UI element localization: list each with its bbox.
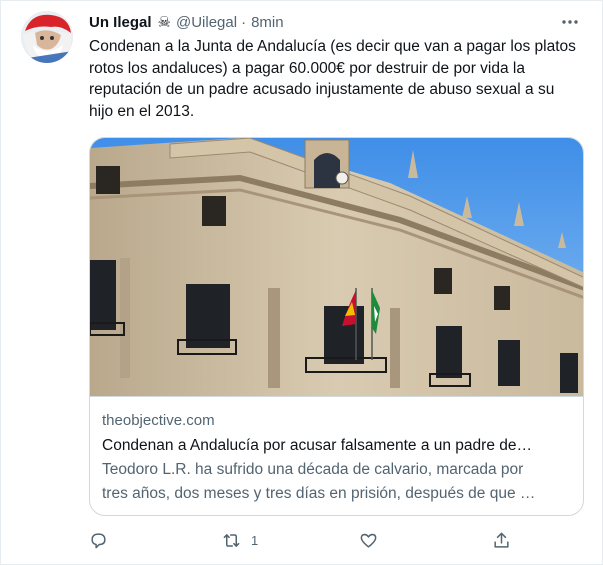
retweet-icon <box>222 531 241 550</box>
avatar[interactable] <box>21 11 73 63</box>
card-domain: theobjective.com <box>102 412 215 429</box>
link-card[interactable]: theobjective.com Condenan a Andalucía po… <box>89 137 584 516</box>
separator-dot: · <box>241 14 247 31</box>
user-handle[interactable]: @Uilegal <box>176 13 237 33</box>
avatar-image <box>21 11 73 63</box>
heart-icon <box>359 531 378 550</box>
share-icon <box>492 531 511 550</box>
card-title[interactable]: Condenan a Andalucía por acusar falsamen… <box>102 435 571 457</box>
tweet[interactable]: Un Ilegal ☠ @Uilegal · 8min Condenan a l… <box>0 0 603 565</box>
card-body: theobjective.com Condenan a Andalucía po… <box>90 396 583 515</box>
reply-button[interactable] <box>89 529 118 551</box>
retweet-button[interactable]: 1 <box>222 529 258 551</box>
skull-and-crossbones-icon: ☠ <box>157 14 171 31</box>
card-image <box>90 138 583 396</box>
timestamp[interactable]: 8min <box>251 13 284 33</box>
more-horizontal-icon[interactable] <box>558 12 582 32</box>
display-name[interactable]: Un Ilegal <box>89 13 152 33</box>
tweet-text: Condenan a la Junta de Andalucía (es dec… <box>89 38 581 120</box>
share-button[interactable] <box>492 529 511 551</box>
card-description: Teodoro L.R. ha sufrido una década de ca… <box>102 461 536 502</box>
tweet-header: Un Ilegal ☠ @Uilegal · 8min <box>89 13 582 33</box>
like-button[interactable] <box>359 529 388 551</box>
retweet-count: 1 <box>251 532 259 548</box>
reply-icon <box>89 531 108 550</box>
tweet-actions: 1 <box>89 529 509 551</box>
